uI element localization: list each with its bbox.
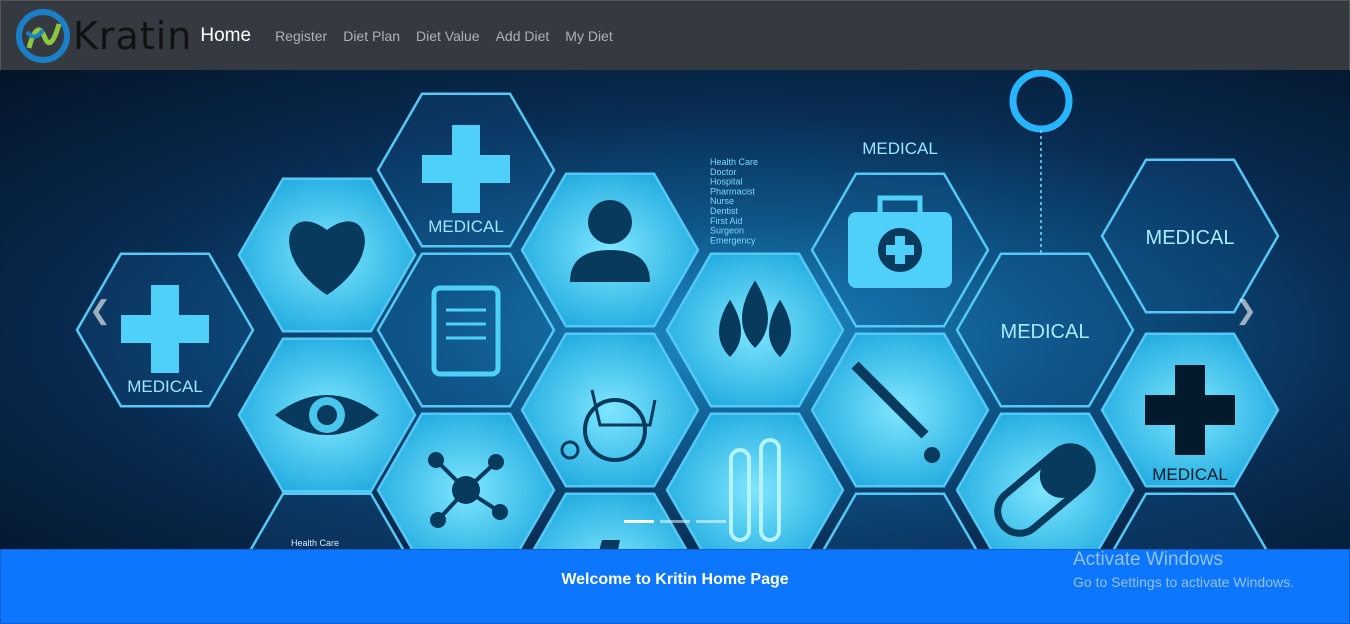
hex-clipboard [376, 252, 556, 408]
nav-link-add-diet[interactable]: Add Diet [488, 1, 558, 71]
molecule-icon [492, 504, 508, 520]
carousel-indicator-3[interactable] [696, 520, 726, 523]
hex-eye [237, 337, 417, 493]
hex-medical-text: MEDICAL [428, 217, 504, 236]
chevron-left-icon: ❮ [89, 294, 111, 325]
watermark-subtitle: Go to Settings to activate Windows. [1073, 574, 1294, 590]
profession-word-list: Health CareDoctorHospitalPharmacistNurse… [710, 157, 758, 245]
brand-logo-link[interactable]: Kratin [15, 1, 192, 71]
carousel-next-button[interactable]: ❯ [1226, 292, 1266, 328]
hex-wheelchair [520, 332, 700, 488]
ring-icon [1009, 70, 1073, 133]
brand-name: Kratin [73, 13, 193, 58]
medical-hexagon-illustration: MEDICAL Health Care MEDICAL MEDICAL MEDICAL M… [75, 70, 1280, 550]
hex-medical-text: MEDICAL [127, 377, 203, 396]
hex-medical-kit: MEDICAL [810, 139, 990, 328]
hex-medical-text: MEDICAL [862, 139, 938, 158]
hex-medical-text: MEDICAL [1146, 227, 1235, 249]
hex-medical-top: MEDICAL [376, 92, 556, 248]
hex-drops [665, 252, 845, 408]
welcome-text: Welcome to Kritin Home Page [561, 570, 789, 588]
hex-doctor [520, 172, 700, 328]
carousel-indicator-1[interactable] [624, 520, 654, 523]
nav-link-my-diet[interactable]: My Diet [557, 1, 620, 71]
molecule-icon [430, 512, 446, 528]
profession-word: Pharmacist [710, 186, 756, 196]
hexagon-grid: MEDICAL Health Care MEDICAL MEDICAL MEDICAL M… [75, 92, 1280, 550]
profession-word: Nurse [710, 196, 734, 206]
person-icon [588, 200, 632, 244]
hex-medical-label: MEDICAL [955, 252, 1135, 408]
hero-carousel: MEDICAL Health Care MEDICAL MEDICAL MEDICAL M… [0, 70, 1350, 550]
hex-heart [237, 177, 417, 333]
profession-word: Surgeon [710, 226, 744, 236]
carousel-indicators [624, 520, 726, 523]
profession-word: Hospital [710, 177, 743, 187]
carousel-indicator-2[interactable] [660, 520, 690, 523]
health-care-text: Health Care [291, 538, 339, 548]
molecule-icon [488, 454, 504, 470]
nav-link-diet-value[interactable]: Diet Value [408, 1, 488, 71]
nav-home-link[interactable]: Home [200, 1, 251, 71]
hex-medical-text: MEDICAL [1001, 321, 1090, 343]
molecule-icon [452, 476, 480, 504]
hex-test-tubes [665, 412, 845, 550]
profession-word: Dentist [710, 206, 739, 216]
activate-windows-watermark: Activate Windows Go to Settings to activ… [1073, 549, 1294, 593]
hex-empty-2 [1112, 492, 1268, 550]
carousel-prev-button[interactable]: ❮ [80, 292, 120, 328]
navbar: Kratin Home Register Diet Plan Diet Valu… [0, 0, 1350, 70]
nav-link-diet-plan[interactable]: Diet Plan [335, 1, 408, 71]
hex-empty-1 [822, 492, 978, 550]
watermark-title: Activate Windows [1073, 549, 1223, 570]
kratin-logo-icon [16, 8, 70, 63]
profession-word: Doctor [710, 167, 737, 177]
hex-syringe [810, 332, 990, 488]
nav-links: Register Diet Plan Diet Value Add Diet M… [267, 1, 621, 71]
hex-medical-cross: MEDICAL [75, 252, 255, 408]
hex-pill [955, 412, 1135, 550]
profession-word: First Aid [710, 216, 743, 226]
profession-word: Emergency [710, 235, 756, 245]
hex-medical-text: MEDICAL [1152, 465, 1228, 484]
chevron-right-icon: ❯ [1235, 294, 1257, 325]
hex-medical-label-2: MEDICAL [1100, 158, 1280, 314]
profession-word: Health Care [710, 157, 758, 167]
nav-link-register[interactable]: Register [267, 1, 335, 71]
molecule-icon [428, 452, 444, 468]
hex-medical-cross-dark: MEDICAL [1100, 332, 1280, 488]
